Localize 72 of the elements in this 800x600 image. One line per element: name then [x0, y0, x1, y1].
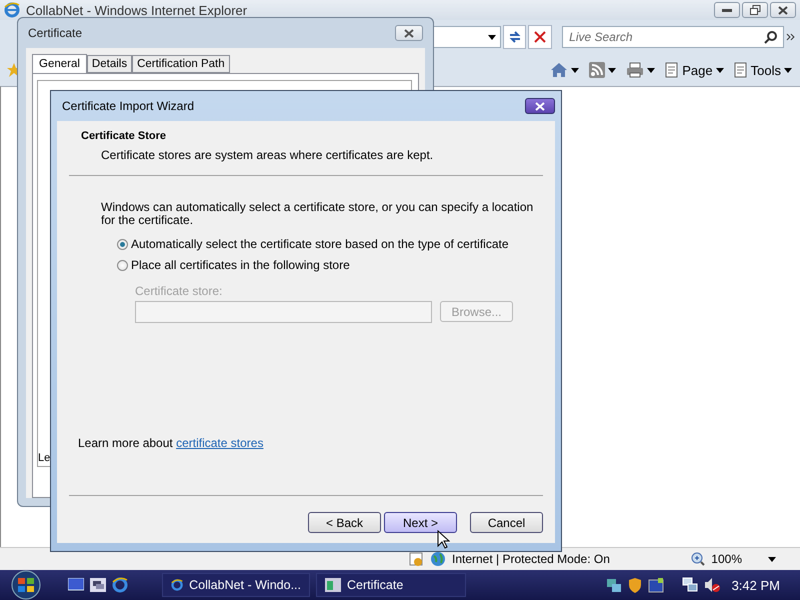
page-icon [734, 62, 748, 78]
caret-icon [716, 68, 724, 72]
page-icon [665, 62, 680, 78]
option-label[interactable]: Automatically select the certificate store based on the type of certificate [131, 237, 509, 251]
refresh-icon [508, 30, 522, 44]
minimize-button[interactable] [714, 2, 740, 18]
search-field[interactable]: Live Search [562, 26, 784, 48]
muted-speaker-icon [704, 577, 720, 593]
mouse-cursor-icon [437, 530, 450, 550]
restore-icon [750, 5, 760, 15]
caret-icon [647, 68, 656, 72]
network-icon [606, 577, 622, 593]
dialog-button[interactable]: Next > [384, 512, 457, 533]
tab[interactable]: General [32, 54, 87, 74]
browser-logo-icon [4, 2, 20, 18]
close-icon [535, 102, 545, 110]
wizard-title: Certificate Import Wizard [62, 99, 194, 113]
menu-button[interactable]: Tools [732, 60, 794, 80]
window-title: CollabNet - Windows Internet Explorer [26, 2, 248, 18]
taskbar-button[interactable]: Certificate [316, 573, 466, 597]
caret-icon [784, 68, 792, 72]
monitors-icon [682, 577, 698, 593]
tab[interactable]: Details [86, 55, 132, 73]
shield-icon [628, 577, 642, 593]
dialog-button[interactable]: Cancel [470, 512, 543, 533]
menu-button[interactable]: Page [663, 60, 726, 80]
radio-button[interactable] [117, 260, 128, 270]
section-heading: Certificate Store [81, 130, 167, 142]
stop-button[interactable] [528, 25, 552, 49]
printer-icon [626, 62, 644, 78]
print-button[interactable] [624, 60, 658, 80]
search-icon [764, 30, 778, 44]
option-label[interactable]: Place all certificates in the following store [131, 258, 350, 272]
help-text: Learn more about certificate stores [78, 436, 264, 450]
dialog-button[interactable]: < Back [308, 512, 381, 533]
help-link[interactable]: certificate stores [176, 436, 264, 450]
browser-logo-icon [112, 577, 128, 593]
feed-button[interactable] [587, 60, 618, 80]
caret-icon [768, 556, 776, 562]
refresh-button[interactable] [502, 25, 526, 49]
restore-button[interactable] [742, 2, 768, 18]
stop-icon [534, 31, 546, 43]
windows-icon [90, 578, 106, 592]
caret-icon [488, 34, 496, 40]
dialog-title: Certificate [28, 26, 82, 40]
home-icon [550, 62, 568, 78]
close-icon [404, 28, 414, 38]
intro-text: Windows can automatically select a certificate store, or you can specify a location for the certificate. [101, 201, 534, 227]
globe-icon [430, 551, 446, 567]
close-button[interactable] [525, 98, 555, 114]
close-button[interactable] [395, 25, 423, 41]
status-text: Internet | Protected Mode: On [452, 552, 611, 566]
caret-icon [571, 68, 580, 72]
section-description: Certificate stores are system areas where certificates are kept. [101, 148, 434, 162]
chevron-icon [786, 32, 796, 42]
close-button[interactable] [770, 2, 796, 18]
clock: 3:42 PM [732, 578, 780, 592]
zoom-level[interactable]: 100% [711, 552, 742, 566]
desktop-icon [68, 578, 84, 592]
field-label: Certificate store: [135, 284, 224, 298]
radio-button[interactable] [117, 238, 128, 250]
window-icon [648, 577, 664, 593]
caret-icon [608, 68, 616, 72]
clipped-text: Le [38, 452, 50, 464]
minimize-icon [722, 8, 732, 12]
close-icon [778, 6, 788, 14]
window-icon [325, 578, 341, 592]
browser-logo-icon [171, 577, 184, 593]
tab[interactable]: Certification Path [132, 55, 230, 73]
feed-icon [589, 62, 606, 78]
taskbar-button[interactable]: CollabNet - Windo... [162, 573, 310, 597]
zoom-icon [691, 552, 706, 566]
